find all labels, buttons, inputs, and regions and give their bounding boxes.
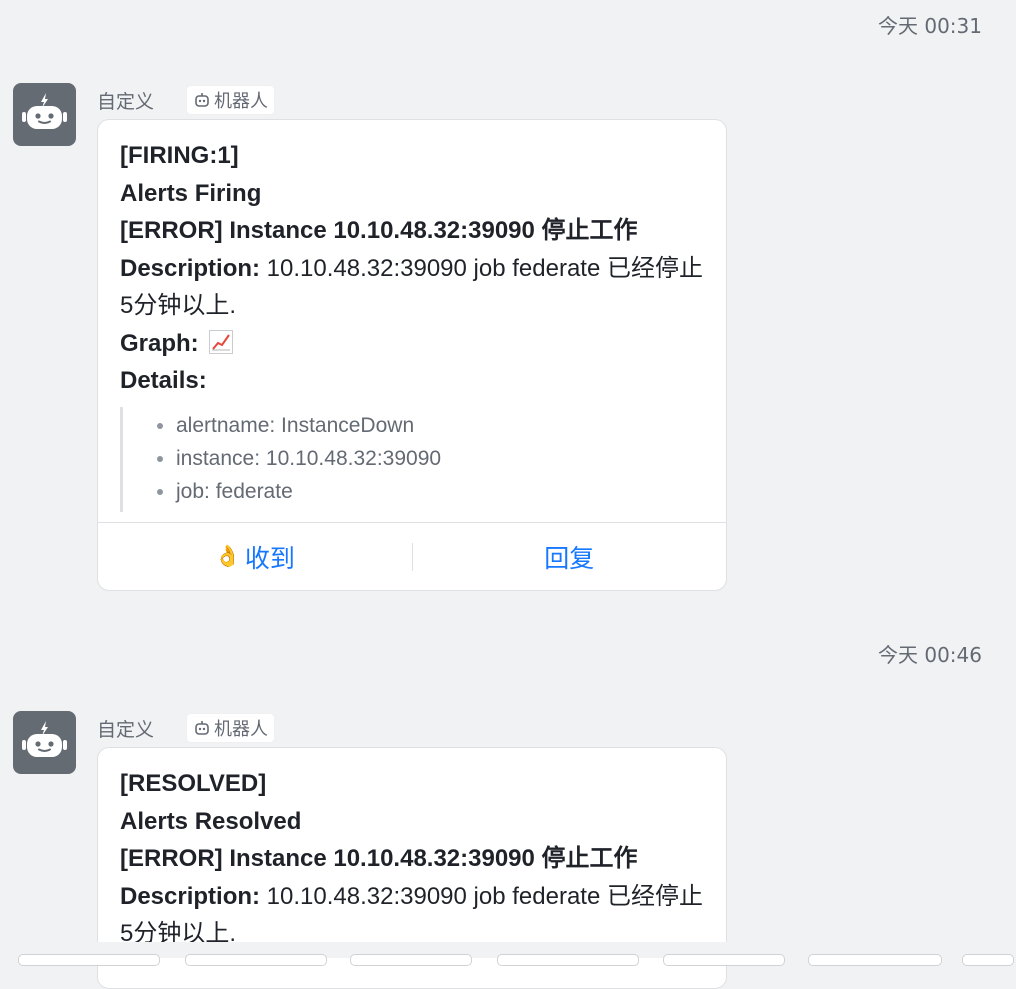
alert-title: Alerts Resolved	[120, 807, 302, 835]
bot-tag-label: 机器人	[214, 719, 269, 740]
sender-name[interactable]: 自定义	[97, 715, 154, 742]
alert-title: Alerts Firing	[120, 179, 262, 207]
alert-error-line: [ERROR] Instance 10.10.48.32:39090 停止工作	[120, 217, 638, 244]
robot-icon	[195, 93, 209, 107]
message-timestamp: 今天 00:46	[878, 643, 982, 667]
card-actions: 👌 收到 回复	[98, 522, 726, 590]
description-label: Description:	[120, 254, 261, 282]
acknowledge-label: 收到	[244, 543, 295, 573]
alert-graph-row: Graph:	[120, 325, 704, 363]
chart-increasing-icon[interactable]	[209, 329, 234, 354]
details-list: alertname: InstanceDown instance: 10.10.…	[120, 406, 704, 512]
bot-avatar[interactable]	[13, 83, 76, 146]
toolbar-tab[interactable]	[185, 954, 327, 966]
toolbar-tab[interactable]	[18, 954, 160, 966]
toolbar-tab[interactable]	[962, 954, 1014, 966]
bot-tag-label: 机器人	[214, 91, 269, 112]
list-item: job: federate	[149, 475, 704, 508]
alert-description: Description: 10.10.48.32:39090 job feder…	[120, 250, 710, 325]
sender-name[interactable]: 自定义	[97, 87, 154, 114]
toolbar-tab[interactable]	[808, 954, 942, 966]
reply-button[interactable]: 回复	[413, 539, 727, 575]
graph-label: Graph:	[120, 329, 199, 357]
robot-avatar-icon	[22, 93, 67, 129]
list-item: alertname: InstanceDown	[149, 409, 704, 442]
alert-status-line: [FIRING:1]	[120, 142, 239, 169]
list-item: instance: 10.10.48.32:39090	[149, 442, 704, 475]
robot-icon	[195, 721, 209, 735]
ok-hand-icon: 👌	[214, 544, 241, 568]
alert-error-line: [ERROR] Instance 10.10.48.32:39090 停止工作	[120, 845, 638, 872]
sender-row: 自定义 机器人	[97, 85, 276, 115]
details-label: Details:	[120, 367, 207, 394]
description-label: Description:	[120, 882, 261, 910]
message-timestamp: 今天 00:31	[878, 14, 982, 38]
reply-label: 回复	[544, 543, 595, 573]
alert-status-line: [RESOLVED]	[120, 770, 267, 797]
bottom-toolbar	[0, 942, 1016, 966]
bot-tag: 机器人	[186, 713, 276, 743]
acknowledge-button[interactable]: 👌 收到	[98, 539, 412, 575]
bot-tag: 机器人	[186, 85, 276, 115]
toolbar-tab[interactable]	[497, 954, 639, 966]
toolbar-tab[interactable]	[350, 954, 472, 966]
alert-card-firing: [FIRING:1] Alerts Firing [ERROR] Instanc…	[97, 119, 727, 591]
robot-avatar-icon	[22, 721, 67, 757]
sender-row: 自定义 机器人	[97, 713, 276, 743]
toolbar-tab[interactable]	[663, 954, 785, 966]
bot-avatar[interactable]	[13, 711, 76, 774]
